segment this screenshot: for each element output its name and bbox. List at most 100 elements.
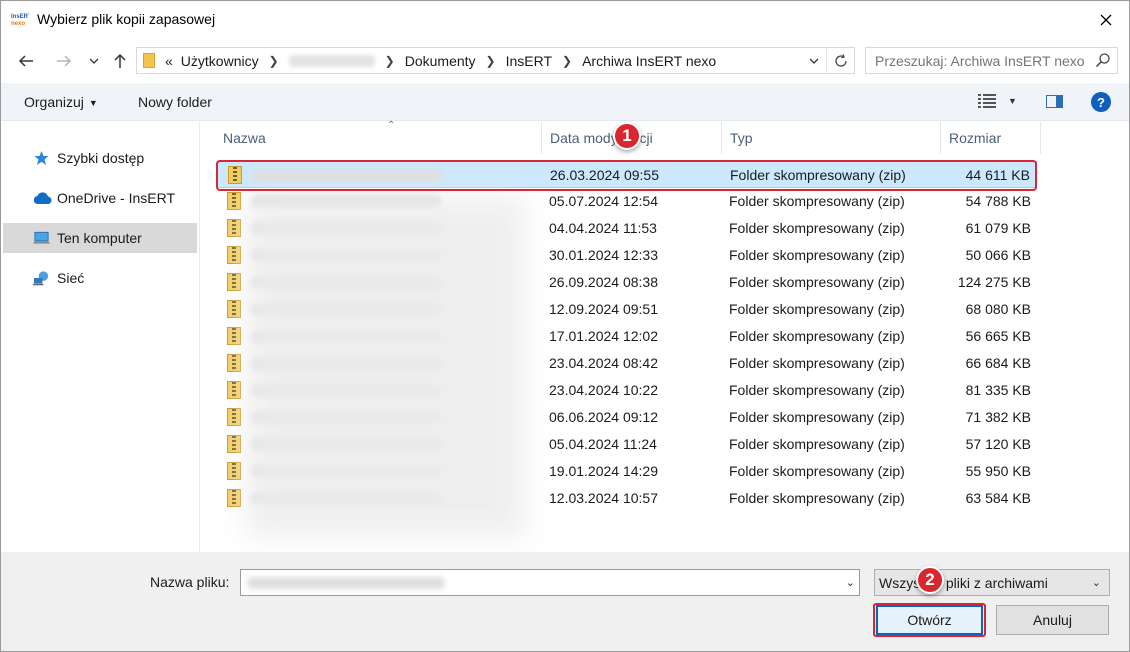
new-folder-button[interactable]: Nowy folder xyxy=(138,94,212,110)
organize-menu-button[interactable]: Organizuj ▼ xyxy=(24,94,98,110)
file-size: 124 275 KB xyxy=(957,274,1031,290)
file-type: Folder skompresowany (zip) xyxy=(729,274,905,290)
zip-folder-icon xyxy=(227,489,241,507)
nav-item-label: Ten komputer xyxy=(57,230,142,246)
file-type: Folder skompresowany (zip) xyxy=(729,220,905,236)
nav-item-quick-access[interactable]: Szybki dostęp xyxy=(3,143,197,173)
zip-folder-icon xyxy=(227,219,241,237)
preview-pane-icon[interactable] xyxy=(1046,95,1063,108)
column-header-name[interactable]: Nazwa ⌃ xyxy=(215,120,542,154)
column-label: Rozmiar xyxy=(949,130,1002,146)
chevron-right-icon[interactable]: ❯ xyxy=(486,54,496,68)
nav-item-onedrive[interactable]: OneDrive - InsERT xyxy=(3,183,197,213)
forward-button[interactable] xyxy=(53,50,75,72)
view-options-dropdown[interactable]: ▼ xyxy=(1008,96,1017,106)
title-bar: InsERT nexo Wybierz plik kopii zapasowej xyxy=(1,1,1129,39)
breadcrumb-archives[interactable]: Archiwa InsERT nexo xyxy=(582,53,716,69)
nav-item-network[interactable]: Sieć xyxy=(3,263,197,293)
file-type: Folder skompresowany (zip) xyxy=(729,247,905,263)
filename-label: Nazwa pliku: xyxy=(150,574,230,590)
file-size: 61 079 KB xyxy=(965,220,1031,236)
zip-folder-icon xyxy=(227,273,241,291)
breadcrumb-overflow[interactable]: « xyxy=(165,53,173,69)
arrow-left-icon xyxy=(18,55,33,67)
search-input[interactable] xyxy=(866,48,1086,73)
arrow-right-icon xyxy=(57,55,72,67)
sort-ascending-icon: ⌃ xyxy=(387,120,396,131)
file-size: 54 788 KB xyxy=(965,193,1031,209)
svg-text:nexo: nexo xyxy=(11,21,25,27)
refresh-button[interactable] xyxy=(826,48,854,73)
file-type: Folder skompresowany (zip) xyxy=(729,355,905,371)
breadcrumb-insert[interactable]: InsERT xyxy=(506,53,552,69)
redacted-file-names xyxy=(246,196,526,538)
close-button[interactable] xyxy=(1083,1,1129,39)
chevron-right-icon[interactable]: ❯ xyxy=(562,54,572,68)
file-date: 23.04.2024 08:42 xyxy=(549,355,658,371)
breadcrumb-documents[interactable]: Dokumenty xyxy=(405,53,476,69)
file-date: 04.04.2024 11:53 xyxy=(549,220,657,236)
file-type: Folder skompresowany (zip) xyxy=(729,463,905,479)
view-options-icon[interactable] xyxy=(978,94,996,108)
filename-redacted-value xyxy=(247,577,445,589)
zip-folder-icon xyxy=(227,246,241,264)
file-type: Folder skompresowany (zip) xyxy=(729,301,905,317)
file-size: 81 335 KB xyxy=(965,382,1031,398)
annotation-badge-step-1: 1 xyxy=(613,122,641,150)
navigation-pane: Szybki dostęp OneDrive - InsERT Ten komp… xyxy=(1,122,200,552)
help-icon[interactable]: ? xyxy=(1091,92,1111,112)
recent-locations-button[interactable] xyxy=(85,50,103,72)
file-size: 55 950 KB xyxy=(965,463,1031,479)
chevron-right-icon[interactable]: ❯ xyxy=(385,54,395,68)
close-icon xyxy=(1100,14,1112,26)
file-size: 68 080 KB xyxy=(965,301,1031,317)
chevron-down-icon[interactable]: ⌄ xyxy=(846,576,855,589)
breadcrumb-users[interactable]: Użytkownicy xyxy=(181,53,259,69)
zip-folder-icon xyxy=(227,327,241,345)
search-box[interactable] xyxy=(865,47,1118,74)
column-header-type[interactable]: Typ xyxy=(722,122,941,154)
chevron-down-icon xyxy=(809,58,819,64)
address-history-button[interactable] xyxy=(804,48,824,73)
file-open-dialog: InsERT nexo Wybierz plik kopii zapasowej… xyxy=(0,0,1130,652)
breadcrumb-username-redacted[interactable] xyxy=(288,54,375,67)
column-label: Nazwa xyxy=(223,130,266,146)
address-bar[interactable]: « Użytkownicy ❯ ❯ Dokumenty ❯ InsERT ❯ A… xyxy=(136,47,855,74)
file-date: 17.01.2024 12:02 xyxy=(549,328,658,344)
star-icon xyxy=(34,151,49,165)
zip-folder-icon xyxy=(227,192,241,210)
file-size: 63 584 KB xyxy=(965,490,1031,506)
annotation-highlight-selected-file xyxy=(216,160,1037,191)
file-date: 19.01.2024 14:29 xyxy=(549,463,658,479)
search-icon xyxy=(1095,53,1110,68)
back-button[interactable] xyxy=(15,50,37,72)
file-type: Folder skompresowany (zip) xyxy=(729,193,905,209)
nav-item-label: Szybki dostęp xyxy=(57,150,145,166)
zip-folder-icon xyxy=(227,462,241,480)
up-button[interactable] xyxy=(109,50,131,72)
file-size: 71 382 KB xyxy=(965,409,1031,425)
cloud-icon xyxy=(33,192,52,205)
folder-icon xyxy=(143,53,155,68)
file-date: 05.07.2024 12:54 xyxy=(549,193,658,209)
annotation-badge-step-2: 2 xyxy=(916,566,944,594)
file-type: Folder skompresowany (zip) xyxy=(729,409,905,425)
chevron-down-icon xyxy=(89,58,99,64)
zip-folder-icon xyxy=(227,354,241,372)
file-size: 66 684 KB xyxy=(965,355,1031,371)
file-type: Folder skompresowany (zip) xyxy=(729,328,905,344)
file-size: 56 665 KB xyxy=(965,328,1031,344)
chevron-right-icon[interactable]: ❯ xyxy=(269,54,279,68)
organize-label: Organizuj xyxy=(24,94,84,110)
file-type-filter-select[interactable]: Wszystkie pliki z archiwami ⌄ xyxy=(874,569,1110,596)
file-date: 05.04.2024 11:24 xyxy=(549,436,657,452)
zip-folder-icon xyxy=(227,435,241,453)
nav-item-label: OneDrive - InsERT xyxy=(57,190,175,206)
computer-icon xyxy=(33,231,50,244)
dialog-title: Wybierz plik kopii zapasowej xyxy=(37,11,216,27)
filename-input[interactable]: ⌄ xyxy=(240,569,860,596)
zip-folder-icon xyxy=(227,381,241,399)
cancel-button[interactable]: Anuluj xyxy=(996,605,1109,635)
nav-item-this-pc[interactable]: Ten komputer xyxy=(3,223,197,253)
column-header-size[interactable]: Rozmiar xyxy=(941,122,1041,154)
